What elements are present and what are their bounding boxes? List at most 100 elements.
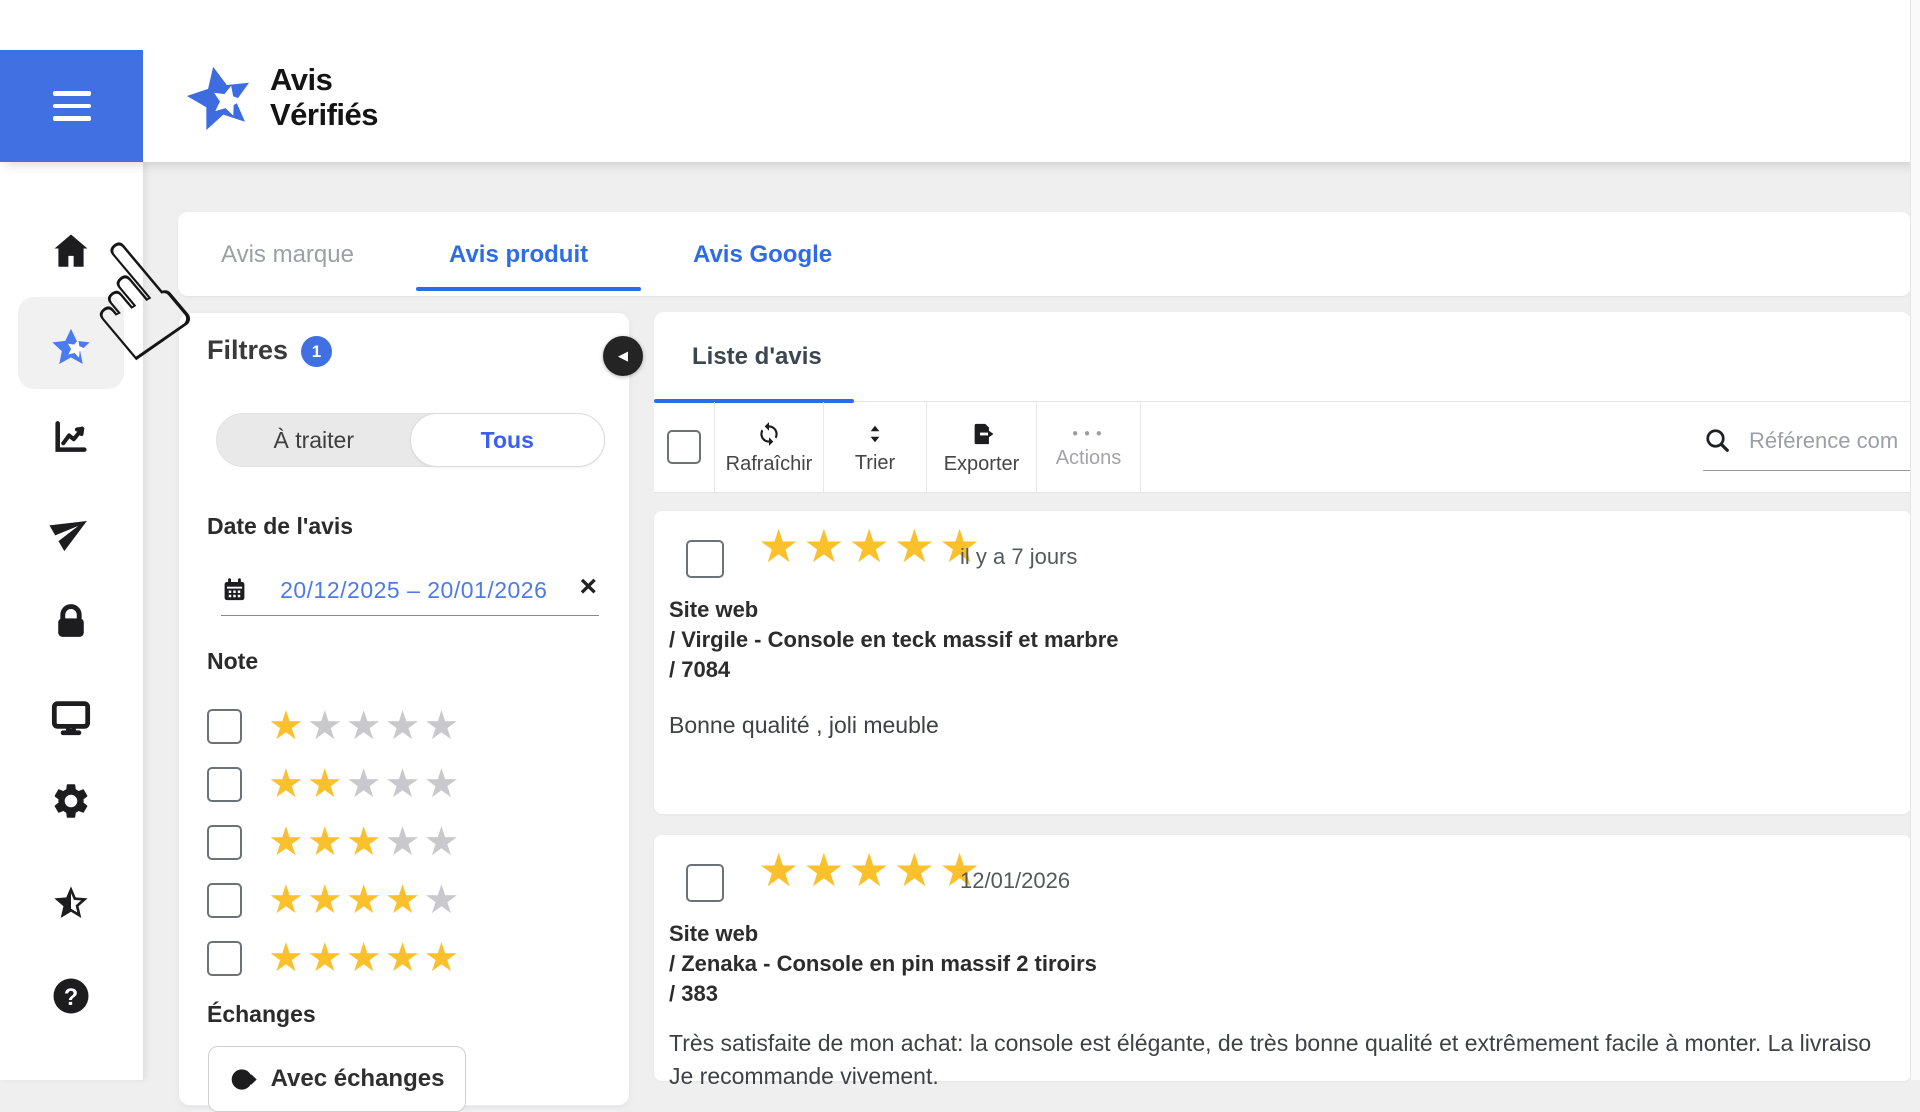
ellipsis-icon: •••	[1071, 427, 1107, 441]
calendar-icon	[221, 577, 248, 604]
review-2-checkbox[interactable]	[686, 864, 724, 902]
note-section-label: Note	[207, 648, 258, 675]
brand-logo: Avis Vérifiés	[183, 62, 378, 136]
with-exchanges-label: Avec échanges	[271, 1065, 445, 1093]
filters-count-badge: 1	[301, 336, 332, 367]
date-range-field[interactable]: 20/12/2025 – 20/01/2026 ×	[221, 565, 599, 616]
refresh-button[interactable]: Rafraîchir	[715, 402, 824, 492]
note-5-stars: ★★★★★	[268, 938, 462, 978]
note-3-stars: ★★★★★	[268, 822, 462, 862]
svg-text:?: ?	[64, 985, 78, 1011]
collapse-filters-button[interactable]: ◀	[603, 336, 643, 376]
security-lock-icon	[50, 601, 92, 643]
sidebar-item-statistics[interactable]	[47, 413, 95, 461]
sidebar-item-home[interactable]	[47, 227, 95, 275]
note-4-stars: ★★★★★	[268, 880, 462, 920]
note-2-stars: ★★★★★	[268, 764, 462, 804]
note-4-checkbox[interactable]	[207, 883, 242, 918]
sidebar-item-share[interactable]	[47, 506, 95, 554]
status-toggle: À traiter Tous	[216, 413, 605, 467]
toggle-tous[interactable]: Tous	[410, 413, 606, 467]
sidebar-item-reviews[interactable]	[47, 324, 95, 372]
review-list-header: Liste d'avis Rafraîchir Trier Exporter	[654, 312, 1911, 492]
list-toolbar: Rafraîchir Trier Exporter ••• Actions	[654, 402, 1911, 493]
sort-button[interactable]: Trier	[824, 402, 927, 492]
review-1-meta: Site web / Virgile - Console en teck mas…	[669, 595, 1119, 685]
review-card: ★★★★★ il y a 7 jours Site web / Virgile …	[654, 511, 1911, 814]
ratings-half-star-icon	[51, 883, 91, 923]
sidebar-item-display[interactable]	[47, 693, 95, 741]
display-icon	[49, 695, 93, 739]
refresh-icon	[756, 421, 782, 447]
note-5-checkbox[interactable]	[207, 941, 242, 976]
sort-icon	[863, 422, 887, 446]
export-icon	[969, 421, 995, 447]
chevron-left-icon: ◀	[618, 349, 628, 364]
date-clear-button[interactable]: ×	[579, 572, 599, 608]
export-button[interactable]: Exporter	[927, 402, 1037, 492]
review-1-stars: ★★★★★	[758, 523, 984, 569]
review-source: Site web	[669, 919, 1097, 949]
review-2-text: Très satisfaite de mon achat: la console…	[669, 1027, 1905, 1093]
refresh-label: Rafraîchir	[726, 454, 813, 474]
export-label: Exporter	[944, 454, 1020, 474]
tab-liste-davis[interactable]: Liste d'avis	[692, 343, 822, 371]
search-icon	[1703, 426, 1733, 456]
select-all-checkbox[interactable]	[667, 430, 701, 464]
note-filter-row-5[interactable]: ★★★★★	[207, 938, 462, 978]
review-order: / 383	[669, 979, 1097, 1009]
actions-button[interactable]: ••• Actions	[1037, 402, 1141, 492]
statistics-icon	[50, 416, 92, 458]
reviews-star-icon	[49, 326, 93, 370]
note-filter-row-2[interactable]: ★★★★★	[207, 764, 462, 804]
sidebar-item-help[interactable]: ?	[47, 972, 95, 1020]
review-card: ★★★★★ 12/01/2026 Site web / Zenaka - Con…	[654, 835, 1911, 1081]
list-tab-zone: Liste d'avis	[654, 312, 1911, 402]
review-1-text: Bonne qualité , joli meuble	[669, 709, 1905, 742]
brand-star-icon	[183, 62, 257, 136]
sidebar-item-security[interactable]	[47, 598, 95, 646]
note-3-checkbox[interactable]	[207, 825, 242, 860]
note-filter-row-4[interactable]: ★★★★★	[207, 880, 462, 920]
tab-avis-google[interactable]: Avis Google	[693, 241, 832, 269]
note-1-checkbox[interactable]	[207, 709, 242, 744]
home-icon	[50, 230, 92, 272]
sidebar-nav: ?	[0, 162, 143, 1080]
date-section-label: Date de l'avis	[207, 513, 353, 540]
sidebar-item-settings[interactable]	[47, 777, 95, 825]
tab-avis-marque[interactable]: Avis marque	[221, 241, 354, 269]
review-order: / 7084	[669, 655, 1119, 685]
review-source: Site web	[669, 595, 1119, 625]
sort-label: Trier	[855, 453, 895, 473]
brand-name: Avis Vérifiés	[270, 62, 378, 132]
review-2-stars: ★★★★★	[758, 847, 984, 893]
review-product: / Virgile - Console en teck massif et ma…	[669, 625, 1119, 655]
note-filter-row-1[interactable]: ★★★★★	[207, 706, 462, 746]
search-input[interactable]	[1747, 427, 1911, 455]
review-2-meta: Site web / Zenaka - Console en pin massi…	[669, 919, 1097, 1009]
exchanges-section-label: Échanges	[207, 1001, 316, 1028]
note-2-checkbox[interactable]	[207, 767, 242, 802]
share-icon	[49, 508, 93, 552]
tab-avis-produit[interactable]: Avis produit	[449, 241, 588, 269]
review-1-date: il y a 7 jours	[960, 544, 1077, 570]
date-range-value: 20/12/2025 – 20/01/2026	[248, 577, 579, 604]
review-2-date: 12/01/2026	[960, 868, 1070, 894]
toggle-a-traiter[interactable]: À traiter	[217, 414, 411, 466]
help-icon: ?	[50, 975, 92, 1017]
note-filter-row-3[interactable]: ★★★★★	[207, 822, 462, 862]
active-tab-underline	[416, 287, 641, 291]
review-product: / Zenaka - Console en pin massif 2 tiroi…	[669, 949, 1097, 979]
note-1-stars: ★★★★★	[268, 706, 462, 746]
order-reference-search	[1703, 412, 1911, 471]
filters-panel: Filtres 1 À traiter Tous Date de l'avis …	[178, 312, 630, 1106]
hamburger-menu-button[interactable]	[0, 50, 143, 162]
review-1-checkbox[interactable]	[686, 540, 724, 578]
filters-title: Filtres	[207, 335, 288, 366]
with-exchanges-button[interactable]: Avec échanges	[208, 1046, 466, 1112]
chat-exchange-icon	[230, 1066, 257, 1093]
vertical-scrollbar[interactable]	[1910, 0, 1920, 1080]
select-all-cell	[654, 402, 715, 492]
reviews-tab-bar: Avis marque Avis produit Avis Google	[178, 212, 1911, 296]
sidebar-item-ratings[interactable]	[47, 879, 95, 927]
